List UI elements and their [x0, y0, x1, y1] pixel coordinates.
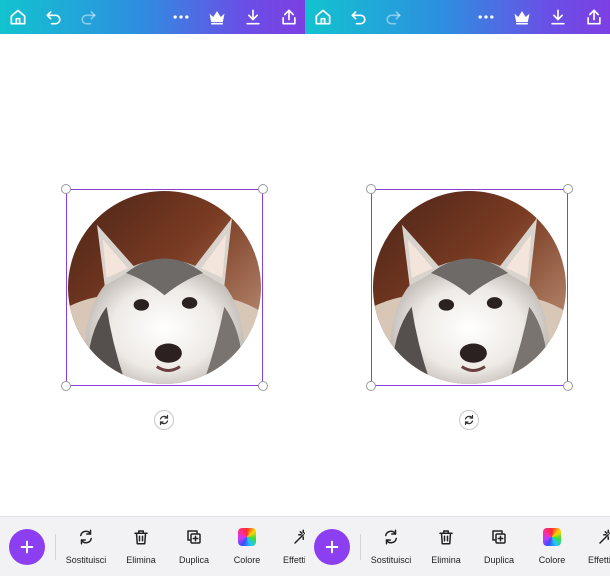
share-icon[interactable] — [277, 5, 301, 29]
trash-icon — [436, 527, 456, 547]
home-icon[interactable] — [311, 5, 335, 29]
resize-handle-top-left[interactable] — [61, 184, 71, 194]
design-canvas[interactable] — [305, 34, 610, 516]
color-swatch-icon — [238, 528, 256, 546]
duplicate-icon — [184, 527, 204, 547]
replace-label: Sostituisci — [370, 555, 412, 565]
design-canvas[interactable] — [0, 34, 305, 516]
magic-wand-icon — [596, 527, 610, 547]
more-options-icon[interactable] — [169, 5, 193, 29]
bottom-toolbar: Sostituisci Elimina Duplica Colore Effet… — [0, 516, 305, 576]
add-button[interactable] — [9, 529, 45, 565]
duplicate-label: Duplica — [178, 555, 209, 565]
color-button[interactable]: Colore — [232, 527, 262, 573]
crown-icon[interactable] — [510, 5, 534, 29]
trash-icon — [131, 527, 151, 547]
editor-panel-left: Sostituisci Elimina Duplica Colore Effet… — [0, 0, 305, 576]
resize-handle-bottom-right[interactable] — [563, 381, 573, 391]
replace-button[interactable]: Sostituisci — [66, 527, 106, 573]
toolbar-divider — [55, 534, 56, 560]
effects-button[interactable]: Effetti — [588, 527, 610, 573]
more-options-icon[interactable] — [474, 5, 498, 29]
selection-frame[interactable] — [371, 189, 568, 386]
duplicate-button[interactable]: Duplica — [482, 527, 516, 573]
selection-frame[interactable] — [66, 189, 263, 386]
delete-button[interactable]: Elimina — [429, 527, 463, 573]
resize-handle-top-right[interactable] — [563, 184, 573, 194]
home-icon[interactable] — [6, 5, 30, 29]
magic-wand-icon — [291, 527, 305, 547]
rotate-icon — [464, 414, 474, 426]
duplicate-button[interactable]: Duplica — [177, 527, 211, 573]
rotate-icon — [159, 414, 169, 426]
rotate-handle[interactable] — [154, 410, 174, 430]
bottom-toolbar: Sostituisci Elimina Duplica Colore Effet… — [305, 516, 610, 576]
resize-handle-top-left[interactable] — [366, 184, 376, 194]
top-bar — [305, 0, 610, 34]
top-bar — [0, 0, 305, 34]
replace-icon — [381, 527, 401, 547]
effects-label: Effetti — [283, 555, 305, 565]
screenshot-stage: Sostituisci Elimina Duplica Colore Effet… — [0, 0, 610, 576]
plus-icon — [325, 540, 339, 554]
delete-label: Elimina — [431, 555, 461, 565]
rotate-handle[interactable] — [459, 410, 479, 430]
plus-icon — [20, 540, 34, 554]
delete-label: Elimina — [126, 555, 156, 565]
duplicate-label: Duplica — [483, 555, 514, 565]
resize-handle-top-right[interactable] — [258, 184, 268, 194]
toolbar-divider — [360, 534, 361, 560]
color-swatch-icon — [543, 528, 561, 546]
crown-icon[interactable] — [205, 5, 229, 29]
download-icon[interactable] — [241, 5, 265, 29]
share-icon[interactable] — [582, 5, 606, 29]
redo-icon[interactable] — [76, 5, 100, 29]
delete-button[interactable]: Elimina — [124, 527, 158, 573]
color-label: Colore — [233, 555, 261, 565]
replace-button[interactable]: Sostituisci — [371, 527, 411, 573]
duplicate-icon — [489, 527, 509, 547]
resize-handle-bottom-right[interactable] — [258, 381, 268, 391]
undo-icon[interactable] — [347, 5, 371, 29]
resize-handle-bottom-left[interactable] — [366, 381, 376, 391]
add-button[interactable] — [314, 529, 350, 565]
replace-label: Sostituisci — [65, 555, 107, 565]
undo-icon[interactable] — [42, 5, 66, 29]
redo-icon[interactable] — [381, 5, 405, 29]
effects-button[interactable]: Effetti — [283, 527, 305, 573]
color-button[interactable]: Colore — [537, 527, 567, 573]
download-icon[interactable] — [546, 5, 570, 29]
editor-panel-right: Sostituisci Elimina Duplica Colore Effet… — [305, 0, 610, 576]
effects-label: Effetti — [588, 555, 610, 565]
color-label: Colore — [538, 555, 566, 565]
resize-handle-bottom-left[interactable] — [61, 381, 71, 391]
replace-icon — [76, 527, 96, 547]
